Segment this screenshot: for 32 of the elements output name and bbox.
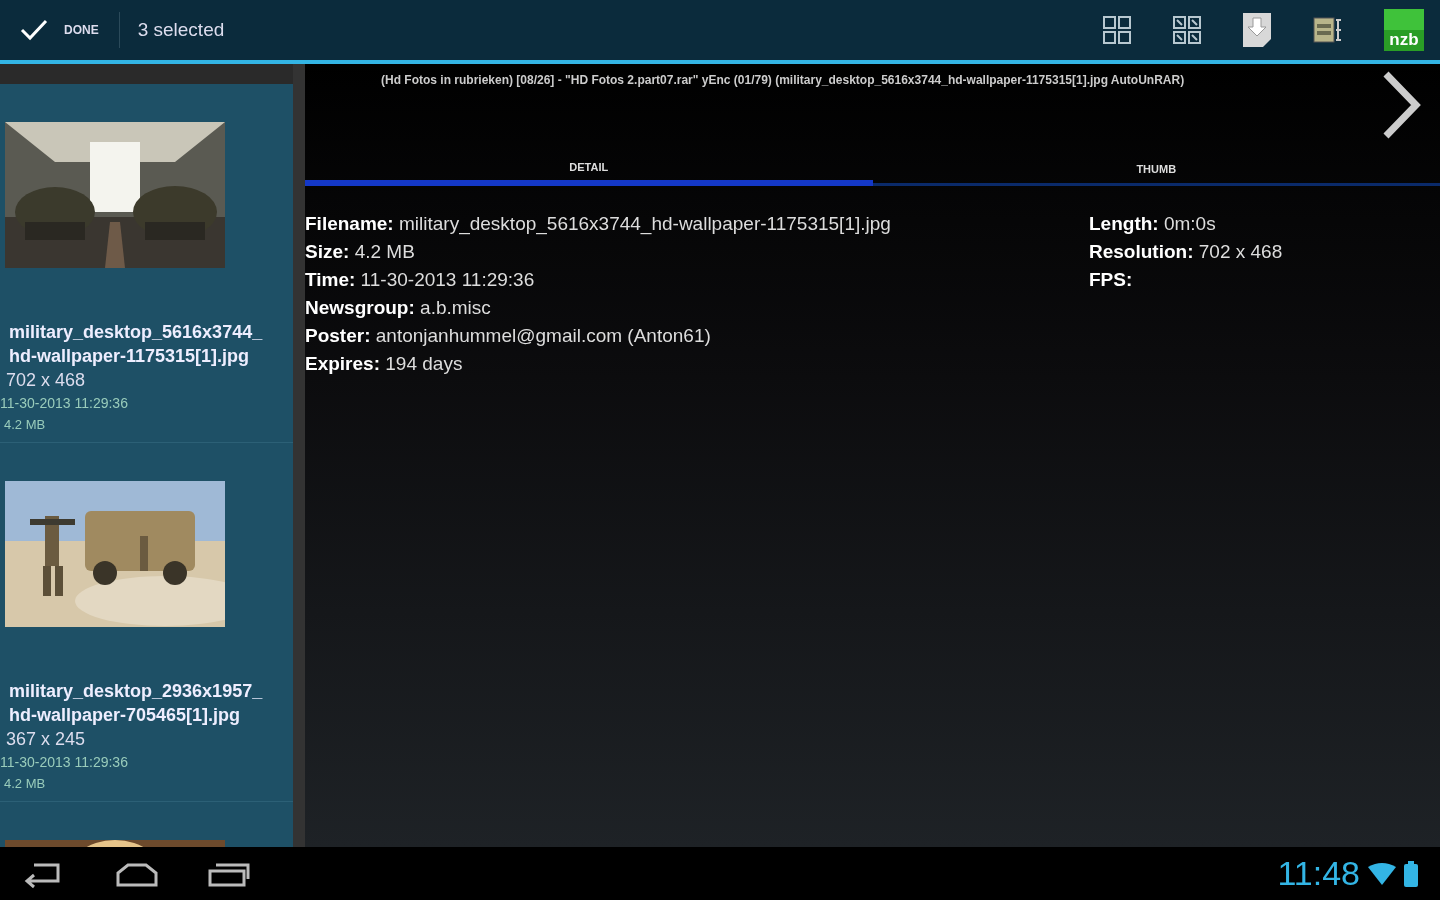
splitter-handle[interactable]: [293, 64, 305, 847]
file-size: 4.2 MB: [4, 776, 47, 791]
grid-icon[interactable]: [1172, 15, 1202, 45]
tab[interactable]: THUMB: [872, 154, 1440, 186]
clock: 11:48: [1277, 854, 1360, 893]
file-name: military_desktop_5616x3744_ hd-wallpaper-1175315[1].jpg: [9, 321, 264, 368]
file-resolution: 702 x 468: [6, 370, 87, 391]
detail-field: FPS:: [1089, 266, 1283, 294]
detail-field: Size: 4.2 MB: [305, 238, 1089, 266]
selection-count: 3 selected: [137, 19, 226, 41]
detail-field: Newsgroup: a.b.misc: [305, 294, 1089, 322]
nzb-button[interactable]: nzb: [1384, 9, 1424, 51]
file-resolution: 367 x 245: [6, 729, 87, 750]
check-icon: [20, 19, 48, 41]
detail-field: Expires: 194 days: [305, 350, 1089, 378]
file-name: military_desktop_2936x1957_ hd-wallpaper-705465[1].jpg: [9, 680, 264, 727]
wifi-icon: [1368, 862, 1396, 885]
grid-icon[interactable]: [1102, 15, 1132, 45]
detail-field: Time: 11-30-2013 11:29:36: [305, 266, 1089, 294]
file-size: 4.2 MB: [4, 417, 47, 432]
server-icon[interactable]: [1312, 14, 1344, 46]
detail-field: Resolution: 702 x 468: [1089, 238, 1283, 266]
battery-icon: [1404, 860, 1418, 887]
file-time: 11-30-2013 11:29:36: [0, 395, 129, 411]
detail-field: Poster: antonjanhummel@gmail.com (Anton61): [305, 322, 1089, 350]
post-subject: (Hd Fotos in rubrieken) [08/26] - "HD Fotos 2.part07.rar" yEnc (01/79) (military_desktop_5616x3744_hd-wallpaper-1175315[1].jpg AutoUnRAR): [380, 72, 1186, 89]
file-time: 11-30-2013 11:29:36: [0, 754, 129, 770]
done-button[interactable]: DONE: [0, 0, 119, 60]
tab[interactable]: DETAIL: [305, 154, 873, 186]
detail-field: Length: 0m:0s: [1089, 210, 1283, 238]
detail-field: Filename: military_desktop_5616x3744_hd-wallpaper-1175315[1].jpg: [305, 210, 1089, 238]
download-icon[interactable]: [1242, 12, 1272, 48]
